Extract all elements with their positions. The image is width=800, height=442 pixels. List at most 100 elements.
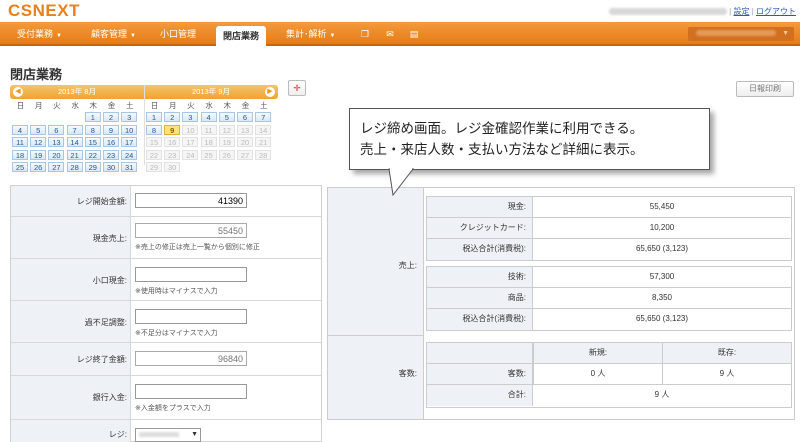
nav-item-closing[interactable]: 閉店業務 <box>216 26 267 46</box>
weekday-label: 水 <box>205 101 213 110</box>
calendar-day[interactable]: 20 <box>48 149 65 160</box>
calendar-day[interactable]: 14 <box>255 124 272 135</box>
calendar-day[interactable]: 4 <box>200 112 217 122</box>
calendar-day[interactable]: 24 <box>182 149 199 160</box>
calendar-day[interactable]: 2 <box>103 112 119 122</box>
calendar-day[interactable]: 24 <box>121 149 138 160</box>
calendar-day[interactable]: 23 <box>103 149 119 160</box>
calendar-day[interactable]: 16 <box>164 137 181 148</box>
field-note: ※使用時はマイナスで入力 <box>135 288 218 295</box>
calendar-day[interactable]: 26 <box>218 149 235 160</box>
app-header: CSNEXT | 設定 | ログアウト <box>0 0 800 22</box>
calendar-day[interactable]: 29 <box>84 162 101 173</box>
next-month-icon[interactable]: ▶ <box>265 87 275 97</box>
user-menu[interactable]: ▼ <box>688 27 794 41</box>
calendar-day[interactable]: 1 <box>84 112 101 122</box>
user-name-blurred <box>696 30 777 37</box>
calendar-day[interactable]: 7 <box>255 112 272 122</box>
calendar-day[interactable]: 30 <box>103 162 119 173</box>
nav-item-analytics[interactable]: 集計･解析 ▼ <box>286 22 335 46</box>
category-breakdown-table: 技術: 57,300 商品: 8,350 税込合計(消費税): 65,650 (… <box>426 266 792 331</box>
account-info-blurred <box>608 8 727 16</box>
print-report-button[interactable]: 日報印刷 <box>736 81 794 97</box>
field-label: 現金売上: <box>11 217 131 258</box>
document-icon[interactable]: ▤ <box>409 29 419 39</box>
settings-link[interactable]: 設定 <box>733 7 749 16</box>
chevron-down-icon: ▼ <box>56 33 62 39</box>
calendar-day[interactable]: 26 <box>30 162 47 173</box>
field-label: 過不足調整: <box>11 301 131 342</box>
copy-icon[interactable]: ❐ <box>360 29 370 39</box>
calendar-day[interactable]: 21 <box>66 149 83 160</box>
calendar-day[interactable]: 1 <box>146 112 162 122</box>
mail-icon[interactable]: ✉ <box>385 29 395 39</box>
calendar-day[interactable]: 7 <box>66 124 83 135</box>
calendar-day[interactable]: 30 <box>164 162 181 173</box>
nav-item-customers[interactable]: 顧客管理 ▼ <box>91 22 136 46</box>
calendar-day[interactable]: 14 <box>66 137 83 148</box>
calendar-day[interactable]: 15 <box>84 137 101 148</box>
calendar-day[interactable]: 9 <box>164 124 181 135</box>
calendar-day[interactable]: 9 <box>103 124 119 135</box>
calendar-day[interactable]: 6 <box>48 124 65 135</box>
logout-link[interactable]: ログアウト <box>756 7 796 16</box>
new-count: 0 人 <box>533 364 662 384</box>
calendar-day[interactable]: 8 <box>84 124 101 135</box>
calendar-day[interactable]: 8 <box>146 124 162 135</box>
calendar-day[interactable]: 25 <box>200 149 217 160</box>
calendar-toggle-button[interactable]: ✛ <box>288 80 306 96</box>
calendar-day[interactable]: 19 <box>30 149 47 160</box>
calendar-day[interactable]: 18 <box>12 149 28 160</box>
calendar-day[interactable]: 11 <box>200 124 217 135</box>
calendar-day[interactable]: 12 <box>218 124 235 135</box>
nav-item-reception[interactable]: 受付業務 ▼ <box>17 22 62 46</box>
calendar-day[interactable]: 25 <box>12 162 28 173</box>
calendar-day[interactable]: 22 <box>84 149 101 160</box>
calendar-day[interactable]: 29 <box>146 162 162 173</box>
calendar-day[interactable]: 5 <box>30 124 47 135</box>
calendar-day[interactable]: 16 <box>103 137 119 148</box>
petty-cash-input[interactable] <box>135 267 247 282</box>
customers-label: 客数: <box>328 336 424 419</box>
calendar-day[interactable]: 4 <box>12 124 28 135</box>
weekday-label: 木 <box>223 101 232 110</box>
open-amount-input[interactable] <box>135 193 247 208</box>
nav-item-petty-cash[interactable]: 小口管理 <box>160 22 196 46</box>
calendar-day[interactable]: 10 <box>182 124 199 135</box>
app-logo[interactable]: CSNEXT <box>8 1 80 21</box>
calendar-day[interactable]: 20 <box>237 137 253 148</box>
calendar-day[interactable]: 27 <box>237 149 253 160</box>
calendar-day[interactable]: 18 <box>200 137 217 148</box>
calendar-day[interactable]: 21 <box>255 137 272 148</box>
calendar-day[interactable]: 22 <box>146 149 162 160</box>
calendar-day[interactable]: 17 <box>182 137 199 148</box>
row-key: 現金: <box>427 197 533 217</box>
row-key: 技術: <box>427 267 533 287</box>
calendar-day[interactable]: 17 <box>121 137 138 148</box>
register-select[interactable]: ▼ <box>135 428 201 442</box>
calendar-day[interactable]: 15 <box>146 137 162 148</box>
calendar-day[interactable]: 11 <box>12 137 28 148</box>
calendar-day[interactable]: 13 <box>48 137 65 148</box>
close-amount-input <box>135 351 247 366</box>
calendar-day[interactable]: 13 <box>237 124 253 135</box>
calendar-day[interactable]: 23 <box>164 149 181 160</box>
calendar-day[interactable]: 10 <box>121 124 138 135</box>
calendar-day[interactable]: 6 <box>237 112 253 122</box>
calendar-day[interactable]: 19 <box>218 137 235 148</box>
weekday-label: 土 <box>125 101 134 110</box>
nav-item-label: 受付業務 <box>17 29 54 39</box>
calendar-day[interactable]: 27 <box>48 162 65 173</box>
calendar-day[interactable]: 28 <box>66 162 83 173</box>
calendar-day[interactable]: 5 <box>218 112 235 122</box>
form-row-petty-cash: 小口現金: ※使用時はマイナスで入力 <box>11 258 321 300</box>
calendar-day[interactable]: 28 <box>255 149 272 160</box>
calendar-day[interactable]: 3 <box>182 112 199 122</box>
calendar-day[interactable]: 3 <box>121 112 138 122</box>
calendar-day[interactable]: 12 <box>30 137 47 148</box>
row-key-empty <box>427 343 533 363</box>
calendar-day[interactable]: 31 <box>121 162 138 173</box>
calendar-day[interactable]: 2 <box>164 112 181 122</box>
bank-deposit-input[interactable] <box>135 384 247 399</box>
adjust-input[interactable] <box>135 309 247 324</box>
